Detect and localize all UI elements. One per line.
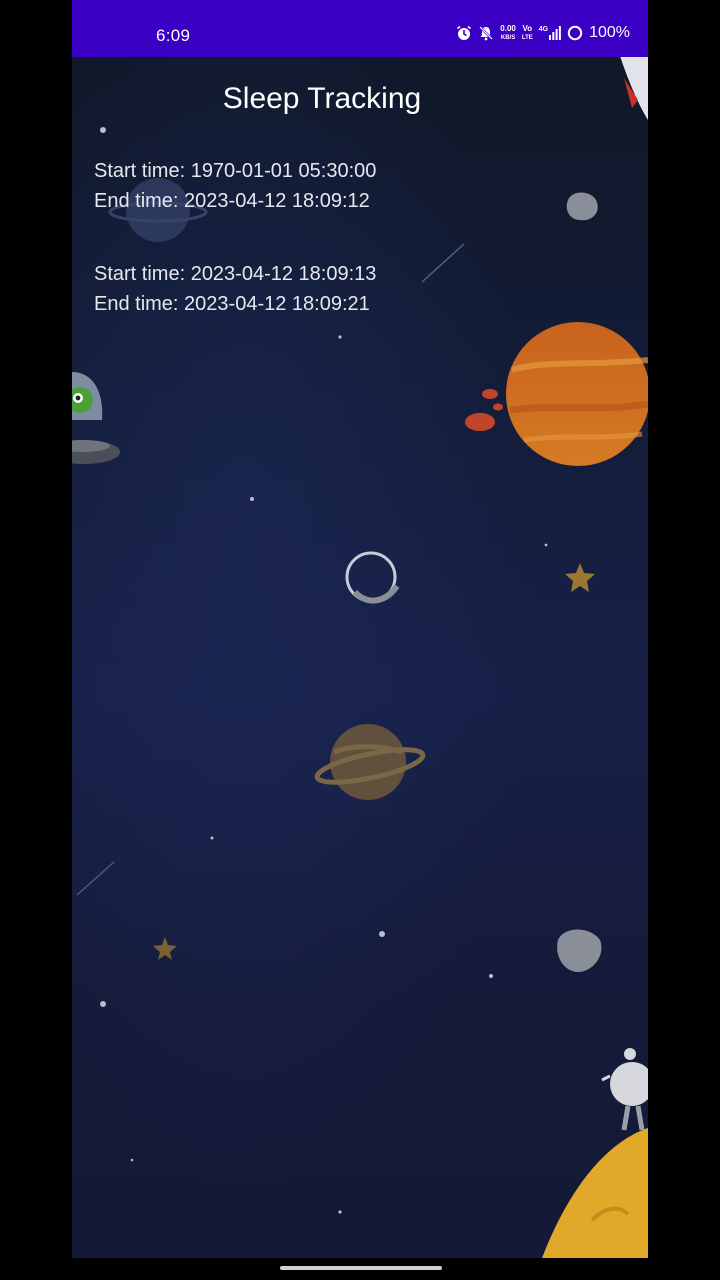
volte-bottom: LTE — [521, 34, 533, 41]
record-end-time: End time: 2023-04-12 18:09:21 — [94, 293, 370, 315]
sleep-record: Start time: 2023-04-12 18:09:13 End time… — [94, 259, 376, 319]
page-title: Sleep Tracking — [222, 82, 422, 115]
record-start-time: Start time: 1970-01-01 05:30:00 — [94, 160, 377, 182]
mobile-signal: 4G — [539, 26, 561, 40]
notifications-muted-icon — [479, 26, 494, 41]
signal-label: 4G — [538, 26, 549, 33]
battery-ring-icon — [567, 25, 583, 41]
volte-indicator: Vo LTE — [521, 23, 533, 42]
volte-top: Vo — [522, 23, 533, 33]
status-icons: 0.00 KB/S Vo LTE 4G 100% — [456, 24, 630, 42]
network-speed: 0.00 KB/S — [500, 23, 516, 42]
record-start-time: Start time: 2023-04-12 18:09:13 — [94, 263, 377, 285]
signal-bars-icon — [549, 26, 561, 40]
battery-level: 100% — [589, 24, 630, 41]
status-time: 6:09 — [156, 26, 191, 45]
app-screen: 6:09 0.00 KB/S Vo LTE 4G 100% Sleep Trac… — [72, 0, 648, 1258]
record-end-time: End time: 2023-04-12 18:09:12 — [94, 190, 370, 212]
network-speed-unit: KB/S — [500, 34, 516, 41]
network-speed-value: 0.00 — [500, 23, 516, 33]
sleep-records-list: Start time: 1970-01-01 05:30:00 End time… — [94, 156, 376, 362]
sleep-record: Start time: 1970-01-01 05:30:00 End time… — [94, 156, 376, 216]
gesture-home-bar[interactable] — [280, 1266, 442, 1270]
alarm-icon — [457, 25, 472, 40]
status-bar: 6:09 0.00 KB/S Vo LTE 4G 100% — [72, 0, 648, 57]
